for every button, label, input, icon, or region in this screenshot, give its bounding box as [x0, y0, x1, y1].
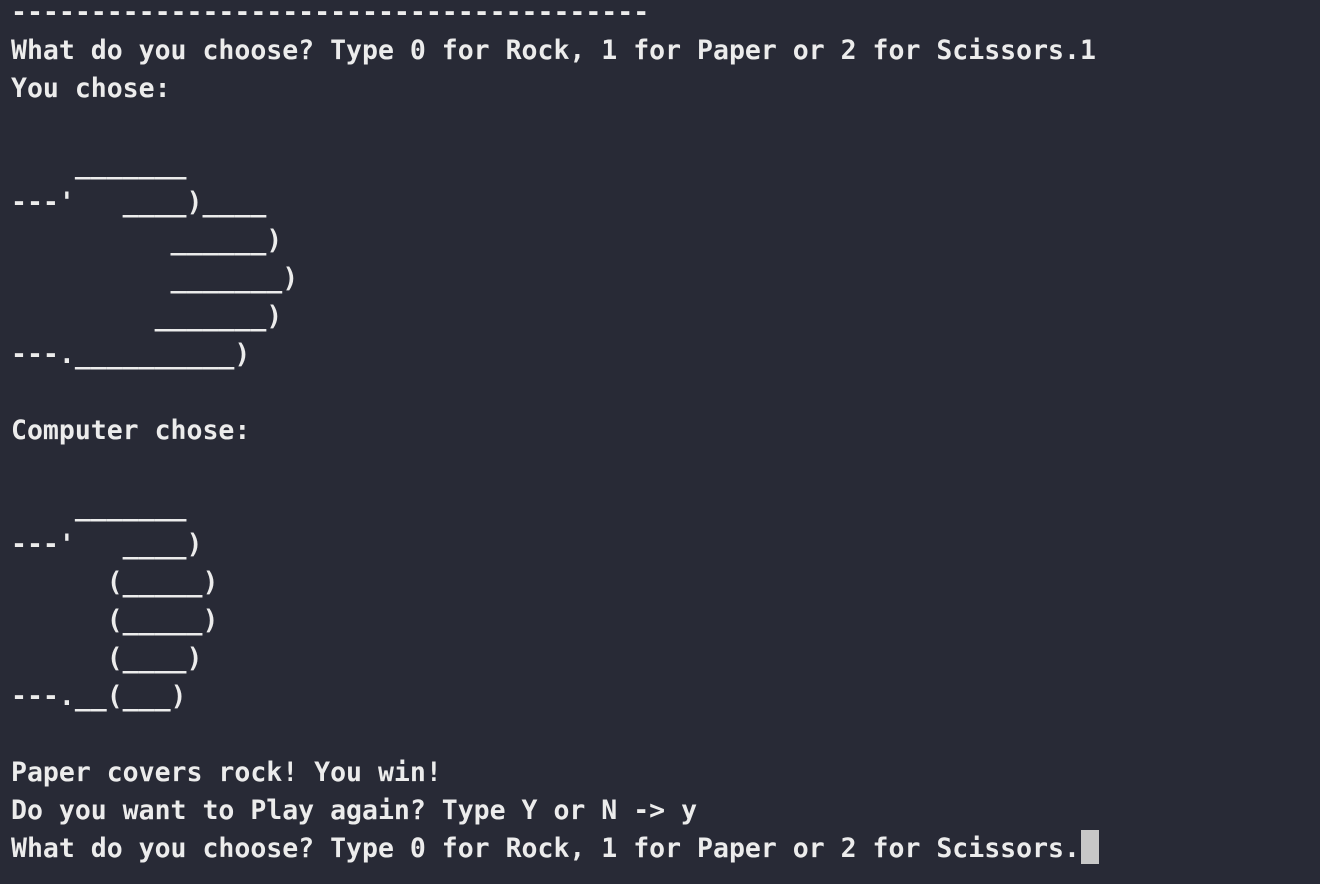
ascii-art-line: (_____): [11, 605, 219, 636]
you-chose-label: You chose:: [11, 73, 171, 104]
input-prompt-line[interactable]: What do you choose? Type 0 for Rock, 1 f…: [11, 830, 1099, 868]
ascii-art-line: ---' ____)____: [11, 187, 267, 218]
prompt-line: What do you choose? Type 0 for Rock, 1 f…: [11, 35, 1096, 66]
terminal-output: ----------------------------------------…: [11, 0, 1099, 868]
ascii-art-line: ---.__________): [11, 339, 251, 370]
ascii-art-line: (____): [11, 643, 203, 674]
computer-chose-label: Computer chose:: [11, 415, 251, 446]
ascii-art-line: _______): [11, 263, 299, 294]
play-again-line: Do you want to Play again? Type Y or N -…: [11, 795, 698, 826]
terminal-window[interactable]: ----------------------------------------…: [0, 0, 1320, 884]
ascii-art-line: ---.__(___): [11, 681, 187, 712]
ascii-art-line: ---' ____): [11, 529, 203, 560]
separator-line: ----------------------------------------: [11, 0, 650, 28]
result-line: Paper covers rock! You win!: [11, 757, 442, 788]
input-prompt-text: What do you choose? Type 0 for Rock, 1 f…: [11, 833, 1080, 864]
ascii-art-line: _______: [11, 491, 187, 522]
ascii-art-line: ______): [11, 225, 283, 256]
ascii-art-line: (_____): [11, 567, 219, 598]
ascii-art-line: _______: [11, 149, 187, 180]
ascii-art-line: _______): [11, 301, 283, 332]
text-cursor[interactable]: [1080, 830, 1099, 864]
